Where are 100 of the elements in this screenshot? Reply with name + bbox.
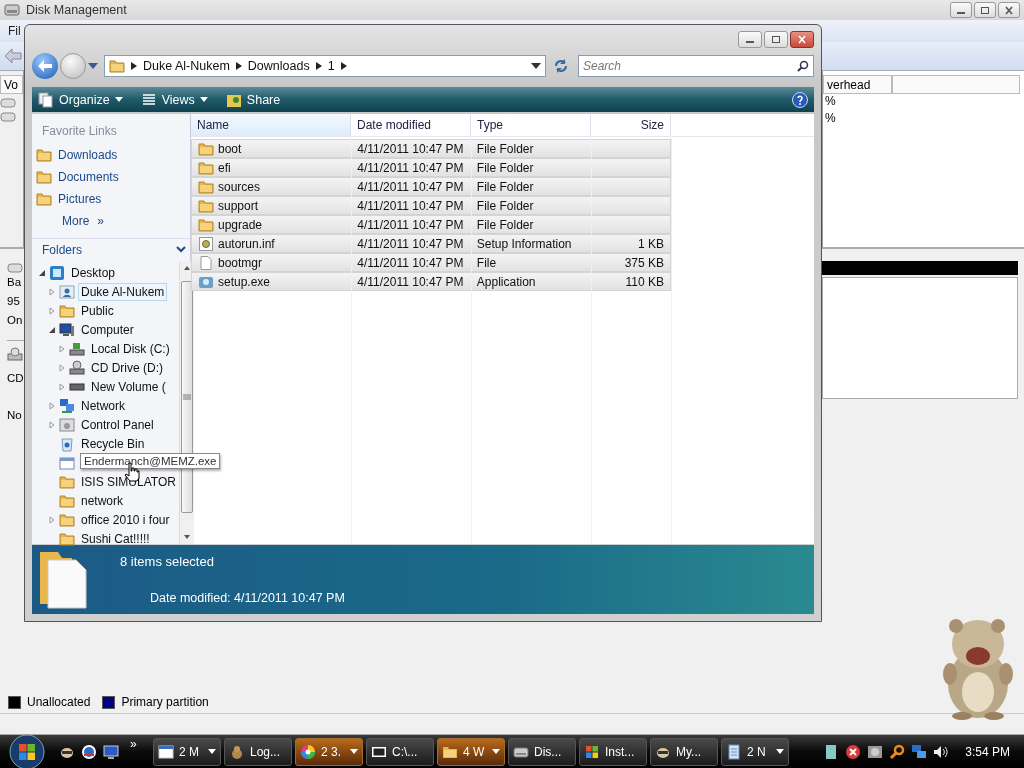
dropdown-caret-icon[interactable] bbox=[776, 749, 784, 754]
file-row[interactable]: setup.exe 4/11/2011 10:47 PM Application 110 KB bbox=[191, 272, 671, 291]
dropdown-caret-icon[interactable] bbox=[114, 97, 123, 102]
close-button[interactable] bbox=[998, 2, 1020, 18]
window-icon bbox=[158, 743, 174, 760]
search-field[interactable]: Search bbox=[578, 55, 814, 77]
minimize-button[interactable] bbox=[950, 2, 972, 18]
breadcrumb-arrow-icon[interactable] bbox=[315, 62, 322, 70]
tree-item[interactable]: Public bbox=[78, 301, 117, 320]
breadcrumb-arrow-icon[interactable] bbox=[131, 62, 137, 70]
menu-item[interactable]: Fil bbox=[8, 24, 21, 38]
chevron-down-icon[interactable] bbox=[176, 246, 186, 254]
column-header[interactable]: Name bbox=[191, 114, 351, 136]
taskbar-button[interactable]: Dis... bbox=[508, 737, 576, 766]
toolbar-button[interactable]: Share bbox=[225, 91, 281, 108]
back-button[interactable] bbox=[32, 53, 58, 79]
notepad-icon bbox=[726, 743, 742, 760]
taskbar-button[interactable]: 2 3. bbox=[295, 737, 363, 766]
dropdown-caret-icon[interactable] bbox=[208, 749, 216, 754]
search-icon[interactable] bbox=[797, 60, 809, 72]
refresh-icon[interactable] bbox=[552, 57, 570, 75]
address-bar[interactable]: Duke Al-Nukem Downloads 1 bbox=[104, 55, 546, 77]
collapse-arrow-icon[interactable] bbox=[48, 325, 56, 334]
more-chevron[interactable]: » bbox=[97, 214, 105, 228]
type-cell: File Folder bbox=[476, 179, 534, 194]
date-cell: 4/11/2011 10:47 PM bbox=[357, 141, 464, 156]
file-row[interactable]: boot 4/11/2011 10:47 PM File Folder bbox=[191, 139, 671, 158]
dropdown-caret-icon[interactable] bbox=[531, 63, 541, 69]
breadcrumb-item[interactable]: Downloads bbox=[247, 59, 310, 73]
taskbar-button[interactable]: Inst... bbox=[579, 737, 647, 766]
tree-item[interactable]: Local Disk (C:) bbox=[88, 339, 173, 358]
favorite-link[interactable]: Downloads bbox=[58, 148, 118, 162]
tree-item[interactable]: Duke Al-Nukem bbox=[78, 282, 168, 301]
file-name: setup.exe bbox=[218, 274, 271, 289]
size-cell: 375 KB bbox=[624, 255, 664, 270]
clock[interactable]: 3:54 PM bbox=[965, 744, 1010, 759]
user-folder-icon bbox=[59, 283, 75, 300]
taskbar-button[interactable]: 4 W bbox=[437, 737, 505, 766]
file-row[interactable]: bootmgr 4/11/2011 10:47 PM File 375 KB bbox=[191, 253, 671, 272]
taskbar-button[interactable]: 2 N bbox=[721, 737, 789, 766]
magnifier-icon[interactable] bbox=[889, 743, 906, 760]
tree-item[interactable]: Recycle Bin bbox=[78, 434, 148, 453]
column-header[interactable]: Size bbox=[591, 114, 671, 136]
taskbar-button[interactable]: My... bbox=[650, 737, 718, 766]
column-header[interactable]: verhead bbox=[823, 75, 892, 94]
column-header[interactable]: Type bbox=[471, 114, 591, 136]
more-link[interactable]: More bbox=[62, 214, 90, 228]
taskbar-button[interactable]: 2 M bbox=[153, 737, 221, 766]
file-row[interactable]: support 4/11/2011 10:47 PM File Folder bbox=[191, 196, 671, 215]
error-icon[interactable] bbox=[845, 743, 862, 760]
tree-item[interactable]: network bbox=[78, 491, 127, 510]
toolbar-button[interactable]: Views bbox=[140, 91, 208, 108]
toolbar-button[interactable]: Organize bbox=[38, 91, 123, 108]
network-icon[interactable] bbox=[911, 743, 928, 760]
favorite-link[interactable]: Pictures bbox=[58, 192, 102, 206]
breadcrumb-arrow-icon[interactable] bbox=[340, 62, 347, 70]
collapse-arrow-icon[interactable] bbox=[38, 268, 46, 277]
tree-item[interactable]: Control Panel bbox=[78, 415, 157, 434]
favorite-link[interactable]: Documents bbox=[58, 170, 119, 184]
breadcrumb-item[interactable]: 1 bbox=[327, 59, 335, 73]
breadcrumb-arrow-icon[interactable] bbox=[235, 62, 242, 70]
breadcrumb-item[interactable]: Duke Al-Nukem bbox=[143, 59, 230, 73]
file-row[interactable]: autorun.inf 4/11/2011 10:47 PM Setup Information 1 KB bbox=[191, 234, 671, 253]
monitor-icon[interactable] bbox=[103, 743, 119, 760]
section-title: Favorite Links bbox=[41, 123, 118, 140]
taskbar-button[interactable]: Log... bbox=[224, 737, 292, 766]
overflow-chevron[interactable]: » bbox=[130, 735, 146, 751]
tree-item[interactable]: Computer bbox=[78, 320, 137, 339]
help-icon[interactable] bbox=[792, 91, 808, 108]
file-row[interactable]: upgrade 4/11/2011 10:47 PM File Folder bbox=[191, 215, 671, 234]
column-header[interactable]: Date modified bbox=[351, 114, 471, 136]
disk-label: On bbox=[7, 313, 24, 328]
dropdown-caret-icon[interactable] bbox=[350, 749, 358, 754]
table-cell-text: % bbox=[824, 111, 837, 127]
badge-icon[interactable] bbox=[81, 743, 97, 760]
file-icon bbox=[198, 254, 214, 271]
tree-item[interactable]: Sushi Cat!!!!! bbox=[78, 529, 153, 548]
tree-item[interactable]: ISIS SIMULATOR bbox=[78, 472, 179, 491]
file-row[interactable]: efi 4/11/2011 10:47 PM File Folder bbox=[191, 158, 671, 177]
tree-item[interactable]: New Volume ( bbox=[88, 377, 169, 396]
tree-item[interactable]: Desktop bbox=[68, 263, 119, 282]
maximize-button[interactable] bbox=[764, 31, 788, 48]
back-arrow-icon[interactable] bbox=[4, 48, 22, 64]
tree-item[interactable]: CD Drive (D:) bbox=[88, 358, 166, 377]
cd-drive-icon bbox=[7, 347, 23, 361]
minimize-button[interactable] bbox=[738, 31, 762, 48]
maximize-button[interactable] bbox=[974, 2, 996, 18]
tree-item[interactable]: office 2010 i four bbox=[78, 510, 173, 529]
file-row[interactable]: sources 4/11/2011 10:47 PM File Folder bbox=[191, 177, 671, 196]
dropdown-caret-icon[interactable] bbox=[199, 97, 208, 102]
taskbar-button[interactable]: C:\... bbox=[366, 737, 434, 766]
close-button[interactable] bbox=[790, 31, 814, 48]
column-header[interactable]: Vo bbox=[0, 75, 23, 94]
dropdown-caret-icon[interactable] bbox=[492, 749, 500, 754]
tree-item[interactable]: Network bbox=[78, 396, 128, 415]
start-button[interactable] bbox=[8, 732, 46, 768]
section-title[interactable]: Folders bbox=[42, 243, 82, 257]
disk-management-icon bbox=[4, 3, 20, 17]
computer-icon bbox=[59, 321, 75, 338]
date-cell: 4/11/2011 10:47 PM bbox=[357, 236, 464, 251]
